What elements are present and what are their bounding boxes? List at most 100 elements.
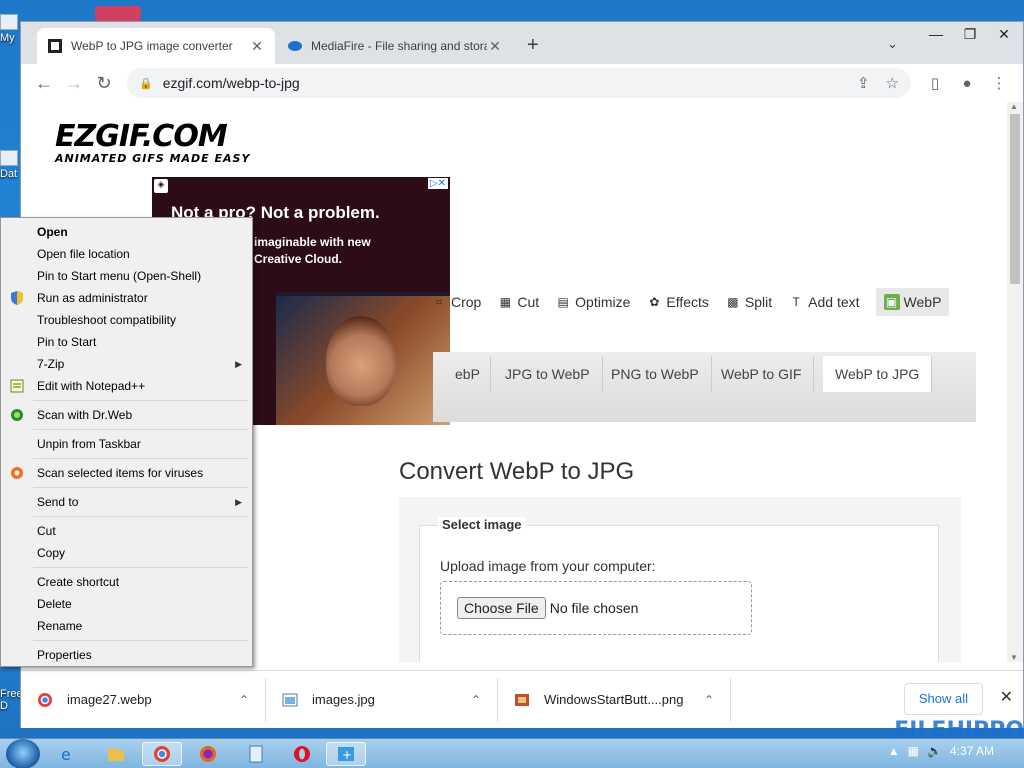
menu-item-open[interactable]: Open <box>3 221 250 243</box>
tray-arrow-icon[interactable]: ▲ <box>888 744 900 758</box>
upload-label: Upload image from your computer: <box>440 558 656 574</box>
explorer-folder-icon[interactable] <box>96 742 136 766</box>
submenu-arrow-icon: ▶ <box>235 497 242 507</box>
converter-panel: Select image Upload image from your comp… <box>399 497 961 662</box>
url-text[interactable]: ezgif.com/webp-to-jpg <box>163 75 841 91</box>
back-arrow-icon[interactable]: ← <box>29 68 59 98</box>
subtab-webp-to-jpg[interactable]: WebP to JPG <box>823 356 933 392</box>
scroll-up-icon[interactable]: ▲ <box>1010 102 1018 111</box>
tab-search-chevron-icon[interactable]: ⌄ <box>887 36 898 52</box>
ad-image <box>276 292 450 425</box>
menu-item-label: Scan with Dr.Web <box>37 408 133 422</box>
scrollbar-thumb[interactable] <box>1010 114 1020 284</box>
download-name: WindowsStartButt....png <box>544 692 684 707</box>
forward-arrow-icon[interactable]: → <box>59 68 89 98</box>
tab-mediafire[interactable]: MediaFire - File sharing and stora ✕ <box>277 28 513 64</box>
menu-item-unpin-taskbar[interactable]: Unpin from Taskbar <box>3 433 250 455</box>
tools-menu: ⌗ Crop ▦ Cut ▤ Optimize ✿ Effects ▩ Split T Ad… <box>431 285 965 319</box>
firefox-icon[interactable] <box>188 742 228 766</box>
page-scrollbar[interactable]: ▲ ▼ <box>1007 102 1023 662</box>
volume-icon[interactable]: 🔈 <box>927 744 942 758</box>
show-all-button[interactable]: Show all <box>903 683 983 715</box>
menu-item-open-file-location[interactable]: Open file location <box>3 243 250 265</box>
menu-item-notepad[interactable]: Edit with Notepad++ <box>3 375 250 397</box>
desktop-icon-dat[interactable]: Dat <box>0 150 22 180</box>
menu-item-copy[interactable]: Copy <box>3 542 250 564</box>
profile-avatar-icon[interactable]: ● <box>951 75 983 92</box>
menu-item-send-to[interactable]: Send to ▶ <box>3 491 250 513</box>
crop-icon: ⌗ <box>435 294 443 309</box>
chevron-up-icon[interactable]: ⌃ <box>239 693 249 707</box>
opera-icon[interactable] <box>282 742 322 766</box>
notepad-icon <box>9 378 25 394</box>
share-icon[interactable]: ⇪ <box>857 74 870 92</box>
download-item[interactable]: images.jpg ⌃ <box>266 677 498 722</box>
lock-icon[interactable]: 🔒 <box>139 77 153 90</box>
menu-item-cut[interactable]: Cut <box>3 520 250 542</box>
ezgif-logo[interactable]: EZGIF.COM ANIMATED GIFS MADE EASY <box>55 122 250 166</box>
download-item[interactable]: WindowsStartButt....png ⌃ <box>498 677 731 722</box>
downloads-bar: image27.webp ⌃ images.jpg ⌃ WindowsStart… <box>21 670 1023 728</box>
tab-ezgif[interactable]: WebP to JPG image converter ✕ <box>37 28 275 64</box>
chrome-taskbar-icon[interactable] <box>142 742 182 766</box>
desktop-app-icon[interactable] <box>95 6 141 22</box>
clock[interactable]: 4:37 AM <box>950 744 994 758</box>
close-window-button[interactable]: ✕ <box>987 22 1021 48</box>
network-icon[interactable]: ▦ <box>908 744 919 758</box>
download-name: images.jpg <box>312 692 375 707</box>
menu-item-rename[interactable]: Rename <box>3 615 250 637</box>
star-icon[interactable]: ☆ <box>886 74 899 92</box>
menu-item-pin-start-menu[interactable]: Pin to Start menu (Open-Shell) <box>3 265 250 287</box>
menu-item-create-shortcut[interactable]: Create shortcut <box>3 571 250 593</box>
start-button[interactable] <box>6 739 40 768</box>
menu-item-run-as-admin[interactable]: Run as administrator <box>3 287 250 309</box>
more-menu-icon[interactable]: ⋮ <box>983 74 1015 92</box>
subtab-jpg-to-webp[interactable]: JPG to WebP <box>493 356 603 392</box>
menu-item-7zip[interactable]: 7-Zip ▶ <box>3 353 250 375</box>
tool-add-text[interactable]: T Add text <box>788 294 860 310</box>
desktop-icon-free[interactable]: Free D <box>0 688 23 712</box>
menu-item-delete[interactable]: Delete <box>3 593 250 615</box>
subtab-webp-to-gif[interactable]: WebP to GIF <box>709 356 815 392</box>
mediafire-icon <box>287 38 303 54</box>
tool-optimize[interactable]: ▤ Optimize <box>555 294 630 310</box>
close-icon[interactable]: ✕ <box>1000 687 1013 707</box>
download-item[interactable]: image27.webp ⌃ <box>21 677 266 722</box>
new-tab-button[interactable]: + <box>527 34 539 57</box>
tool-crop[interactable]: ⌗ Crop <box>431 294 482 310</box>
ie-icon[interactable]: e <box>48 742 88 766</box>
address-bar[interactable]: 🔒 ezgif.com/webp-to-jpg ⇪ ☆ <box>127 68 911 98</box>
close-icon[interactable]: ✕ <box>249 38 265 55</box>
scroll-down-icon[interactable]: ▼ <box>1010 653 1018 662</box>
tool-cut[interactable]: ▦ Cut <box>497 294 539 310</box>
notepad-taskbar-icon[interactable] <box>236 742 276 766</box>
tool-split[interactable]: ▩ Split <box>725 294 772 310</box>
subtab-item[interactable]: ebP <box>433 356 491 392</box>
text-icon: T <box>792 295 800 309</box>
file-status: No file chosen <box>549 600 639 616</box>
choose-file-button[interactable]: Choose File <box>457 597 546 619</box>
subtab-png-to-webp[interactable]: PNG to WebP <box>599 356 712 392</box>
desktop-icon-my[interactable]: My <box>0 14 22 44</box>
menu-item-troubleshoot[interactable]: Troubleshoot compatibility <box>3 309 250 331</box>
tool-effects[interactable]: ✿ Effects <box>646 294 709 310</box>
png-file-icon <box>514 692 530 708</box>
taskbar: e + ▲ ▦ 🔈 4:37 AM <box>0 738 1024 768</box>
tool-label: WebP <box>903 294 942 310</box>
chevron-up-icon[interactable]: ⌃ <box>704 693 714 707</box>
close-icon[interactable]: ✕ <box>487 38 503 55</box>
menu-item-properties[interactable]: Properties <box>3 644 250 666</box>
menu-item-label: 7-Zip <box>37 357 65 371</box>
app-taskbar-icon[interactable]: + <box>326 742 366 766</box>
menu-item-scan-viruses[interactable]: Scan selected items for viruses <box>3 462 250 484</box>
tool-webp[interactable]: ▣ WebP <box>875 288 950 316</box>
ad-choices-icon[interactable]: ▷✕ <box>427 178 448 189</box>
menu-item-drweb[interactable]: Scan with Dr.Web <box>3 404 250 426</box>
menu-item-pin-to-start[interactable]: Pin to Start <box>3 331 250 353</box>
maximize-button[interactable]: ❐ <box>953 22 987 48</box>
reload-icon[interactable]: ↻ <box>89 68 119 98</box>
file-dropzone[interactable]: Choose File No file chosen <box>440 581 752 635</box>
minimize-button[interactable]: — <box>919 22 953 48</box>
chevron-up-icon[interactable]: ⌃ <box>471 693 481 707</box>
side-panel-icon[interactable]: ▯ <box>919 74 951 92</box>
